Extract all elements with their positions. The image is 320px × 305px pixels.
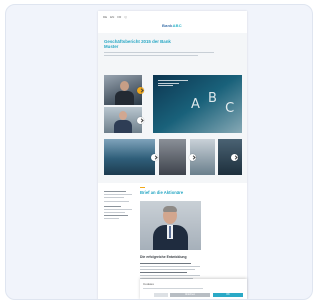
carousel-next-button[interactable] <box>231 154 238 161</box>
search-icon[interactable]: Q <box>124 15 126 19</box>
section-kicker <box>140 187 145 188</box>
tile-next-button[interactable] <box>137 87 144 94</box>
side-navigation <box>104 191 132 222</box>
tile-next-button-3[interactable] <box>189 154 196 161</box>
cookie-accept-button[interactable]: OK <box>213 293 243 297</box>
browser-frame: DE EN FR Q BankABC Geschäftsbericht 2015… <box>5 4 313 300</box>
cookie-text <box>143 288 203 289</box>
letter-c: C <box>225 101 237 116</box>
letter-b: B <box>208 91 219 106</box>
site-logo[interactable]: BankABC <box>162 23 182 28</box>
cookie-settings-button[interactable] <box>154 293 168 297</box>
letter-a: A <box>191 97 202 112</box>
feature-caption <box>158 80 188 88</box>
tile-feature-abc[interactable]: A B C <box>153 75 242 133</box>
web-page: DE EN FR Q BankABC Geschäftsbericht 2015… <box>98 11 247 299</box>
logo-accent: ABC <box>172 23 182 28</box>
nav-item-en[interactable]: EN <box>110 15 114 19</box>
section-subtitle: Die erfolgreiche Entwicklung <box>140 255 187 259</box>
section-title: Brief an die Aktionäre <box>140 190 184 195</box>
carousel-prev-button[interactable] <box>151 154 158 161</box>
logo-text: Bank <box>162 23 173 28</box>
cookie-decline-button[interactable]: Ablehnen <box>170 293 210 297</box>
ceo-portrait <box>140 201 201 250</box>
feature-letters: A B C <box>191 92 236 115</box>
nav-item-de[interactable]: DE <box>103 15 107 19</box>
page-title: Geschäftsbericht 2015 der Bank Muster <box>104 39 171 49</box>
tile-meeting[interactable] <box>218 139 242 175</box>
top-bar: DE EN FR Q BankABC <box>98 11 247 33</box>
cookie-banner: Cookies Ablehnen OK <box>140 279 247 299</box>
intro-text <box>104 52 214 58</box>
cookie-title: Cookies <box>143 282 154 286</box>
language-nav: DE EN FR Q <box>103 15 127 19</box>
tile-next-button-2[interactable] <box>137 117 144 124</box>
tile-office[interactable] <box>159 139 186 175</box>
tile-landscape[interactable] <box>104 139 155 175</box>
nav-item-fr[interactable]: FR <box>117 15 121 19</box>
